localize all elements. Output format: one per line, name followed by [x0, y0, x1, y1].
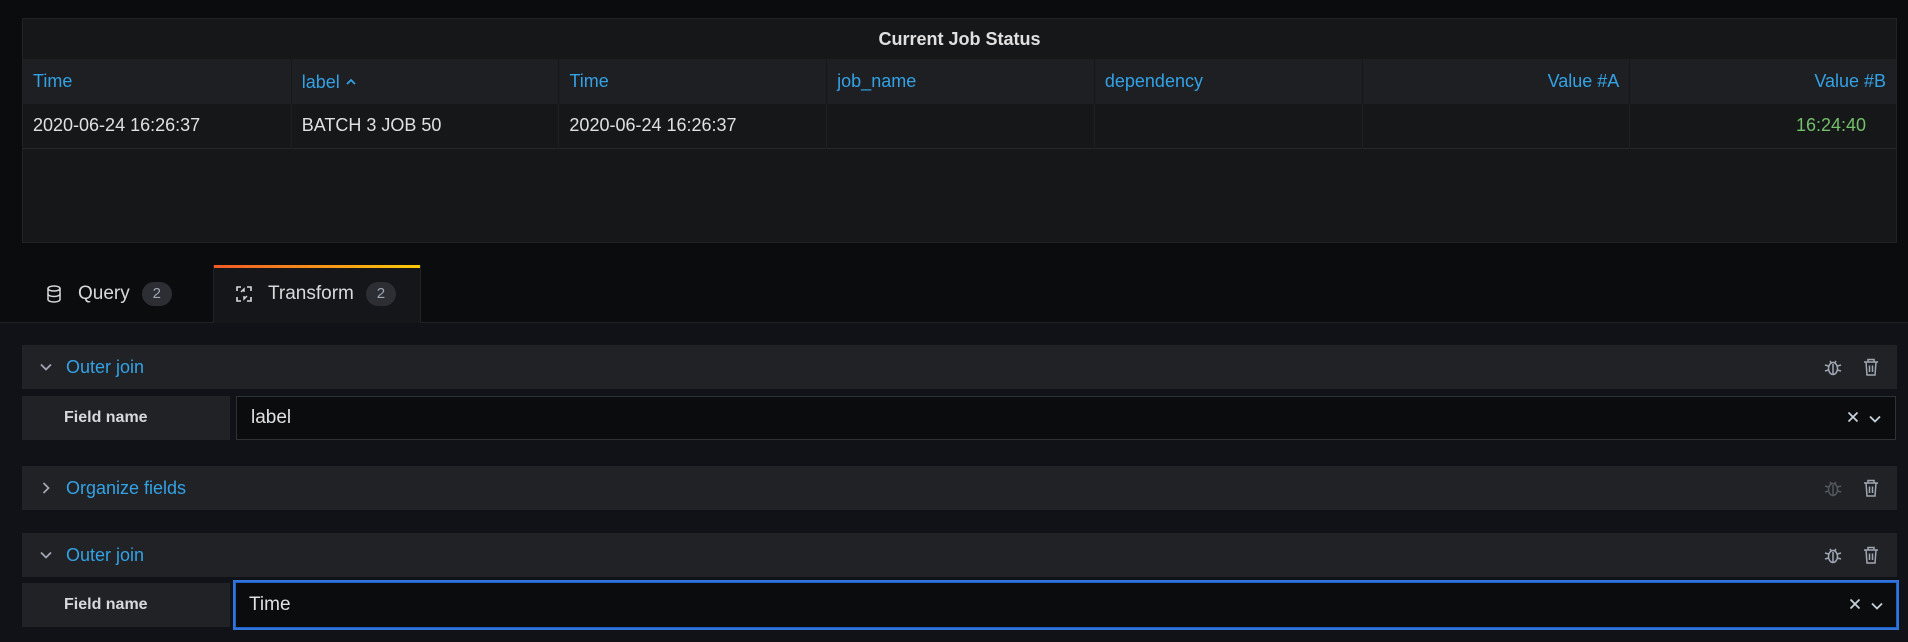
transformation-header-organize-fields[interactable]: Organize fields: [22, 466, 1897, 510]
table-cell: BATCH 3 JOB 50: [292, 104, 560, 149]
column-header-job-name[interactable]: job_name: [827, 59, 1095, 104]
table-cell: [827, 104, 1095, 149]
transformation-name: Outer join: [66, 356, 145, 377]
table-cell: [1095, 104, 1363, 149]
column-header-value-b[interactable]: Value #B: [1630, 59, 1896, 104]
field-name-select[interactable]: label: [236, 396, 1896, 440]
column-header-dependency[interactable]: dependency: [1095, 59, 1363, 104]
panel-title[interactable]: Current Job Status: [23, 19, 1896, 59]
transformation-header-outer-join-2[interactable]: Outer join: [22, 533, 1897, 577]
tab-transform[interactable]: Transform 2: [213, 265, 421, 323]
table-cell: 16:24:40: [1795, 115, 1867, 135]
field-name-label: Field name: [22, 396, 230, 440]
chevron-down-icon[interactable]: [1871, 594, 1883, 616]
table-cell: 2020-06-24 16:26:37: [559, 104, 828, 149]
chevron-down-icon[interactable]: [1869, 407, 1881, 429]
query-count-badge: 2: [141, 282, 172, 306]
transformation-actions: [1821, 345, 1883, 389]
transformation-header-outer-join[interactable]: Outer join: [22, 345, 1897, 389]
transform-icon: [234, 284, 254, 304]
table-cell: 2020-06-24 16:26:37: [23, 104, 292, 149]
field-name-select[interactable]: Time: [233, 580, 1899, 630]
column-header-time[interactable]: Time: [23, 59, 292, 104]
transformation-actions: [1821, 466, 1883, 510]
column-header-time-2[interactable]: Time: [559, 59, 828, 104]
field-name-row: Field name label: [22, 396, 1897, 440]
tab-query-label: Query: [78, 283, 130, 304]
table-header: Time label Time job_name dependency Valu…: [23, 59, 1896, 104]
debug-icon[interactable]: [1821, 355, 1845, 379]
select-controls: [1847, 397, 1881, 439]
table-cell: [1363, 104, 1631, 149]
chevron-down-icon[interactable]: [35, 551, 57, 559]
chevron-right-icon[interactable]: [35, 482, 57, 494]
field-name-row: Field name Time: [22, 580, 1899, 630]
transform-editor: Outer join Field name label Organize fie…: [0, 323, 1908, 642]
transformation-actions: [1821, 533, 1883, 577]
tab-transform-label: Transform: [268, 283, 354, 304]
table-row: 2020-06-24 16:26:37 BATCH 3 JOB 50 2020-…: [23, 104, 1896, 149]
field-name-value: Time: [249, 594, 291, 615]
debug-icon[interactable]: [1821, 476, 1845, 500]
clear-icon[interactable]: [1847, 407, 1859, 429]
transformation-name: Outer join: [66, 544, 145, 565]
database-icon: [44, 284, 64, 304]
sort-asc-icon: [346, 59, 356, 104]
table-panel: Current Job Status Time label Time job_n…: [22, 18, 1897, 243]
transform-count-badge: 2: [365, 282, 396, 306]
field-name-label: Field name: [22, 583, 230, 627]
column-header-label[interactable]: label: [292, 59, 560, 104]
debug-icon[interactable]: [1821, 543, 1845, 567]
trash-icon[interactable]: [1859, 543, 1883, 567]
tab-query[interactable]: Query 2: [28, 265, 188, 323]
column-header-value-a[interactable]: Value #A: [1363, 59, 1631, 104]
trash-icon[interactable]: [1859, 355, 1883, 379]
field-name-value: label: [251, 407, 292, 428]
transformation-name: Organize fields: [66, 477, 187, 498]
chevron-down-icon[interactable]: [35, 363, 57, 371]
select-controls: [1849, 582, 1883, 628]
clear-icon[interactable]: [1849, 594, 1861, 616]
editor-tabs: Query 2 Transform 2: [0, 265, 1908, 323]
trash-icon[interactable]: [1859, 476, 1883, 500]
